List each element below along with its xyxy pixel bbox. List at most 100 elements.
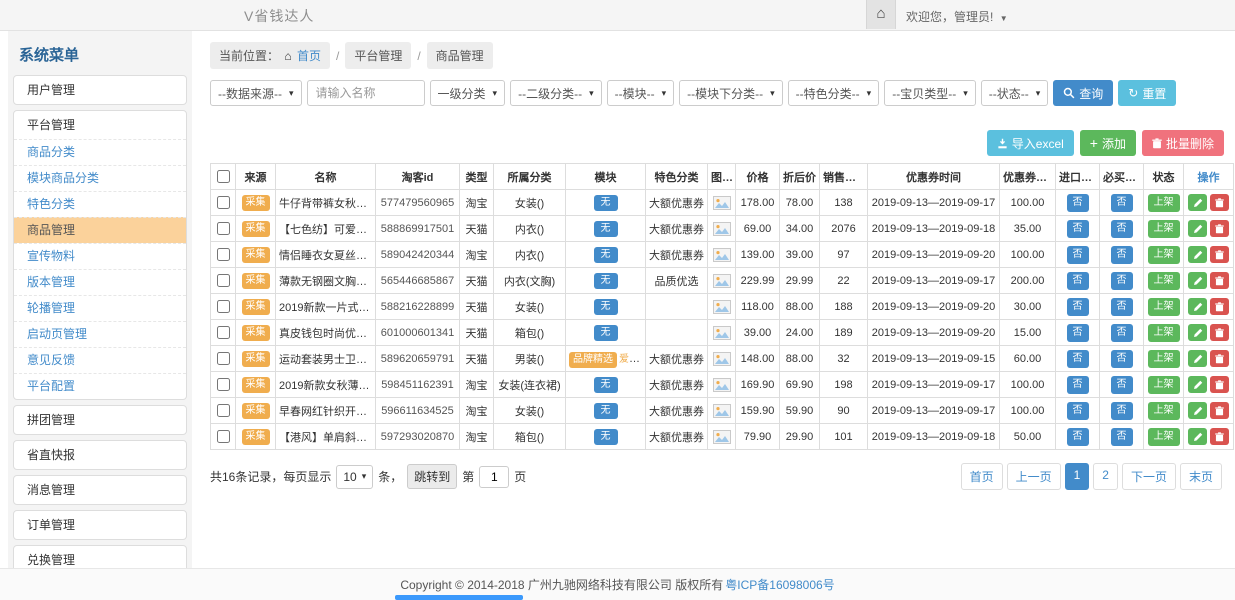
search-button[interactable]: 查询 — [1053, 80, 1113, 106]
delete-button[interactable] — [1210, 220, 1229, 237]
sidebar-subitem-商品管理[interactable]: 商品管理 — [14, 217, 186, 243]
sidebar-subitem-模块商品分类[interactable]: 模块商品分类 — [14, 165, 186, 191]
horizontal-scrollbar-thumb[interactable] — [395, 595, 523, 600]
import-select-toggle-button[interactable]: 否 — [1067, 194, 1089, 212]
breadcrumb-item-goods[interactable]: 商品管理 — [427, 42, 493, 69]
status-button[interactable]: 上架 — [1148, 220, 1180, 238]
status-button[interactable]: 上架 — [1148, 324, 1180, 342]
must-buy-toggle-button[interactable]: 否 — [1111, 194, 1133, 212]
sidebar-subitem-宣传物料[interactable]: 宣传物料 — [14, 243, 186, 269]
edit-button[interactable] — [1188, 246, 1207, 263]
must-buy-toggle-button[interactable]: 否 — [1111, 246, 1133, 264]
edit-button[interactable] — [1188, 220, 1207, 237]
import-select-toggle-button[interactable]: 否 — [1067, 324, 1089, 342]
status-select[interactable]: --状态--▾ — [981, 80, 1049, 106]
edit-button[interactable] — [1188, 350, 1207, 367]
delete-button[interactable] — [1210, 324, 1229, 341]
sidebar-item-消息管理[interactable]: 消息管理 — [14, 476, 186, 504]
import-select-toggle-button[interactable]: 否 — [1067, 402, 1089, 420]
data-source-select[interactable]: --数据来源--▾ — [210, 80, 302, 106]
row-checkbox[interactable] — [217, 300, 230, 313]
add-button[interactable]: + 添加 — [1080, 130, 1136, 156]
sidebar-item-订单管理[interactable]: 订单管理 — [14, 511, 186, 539]
batch-delete-button[interactable]: 批量删除 — [1142, 130, 1224, 156]
sidebar-subitem-特色分类[interactable]: 特色分类 — [14, 191, 186, 217]
jump-page-input[interactable] — [479, 466, 509, 488]
status-button[interactable]: 上架 — [1148, 428, 1180, 446]
delete-button[interactable] — [1210, 194, 1229, 211]
must-buy-toggle-button[interactable]: 否 — [1111, 220, 1133, 238]
delete-button[interactable] — [1210, 298, 1229, 315]
status-button[interactable]: 上架 — [1148, 350, 1180, 368]
edit-button[interactable] — [1188, 402, 1207, 419]
item-type-select[interactable]: --宝贝类型--▾ — [884, 80, 976, 106]
row-checkbox[interactable] — [217, 248, 230, 261]
import-select-toggle-button[interactable]: 否 — [1067, 298, 1089, 316]
page-first[interactable]: 首页 — [961, 463, 1003, 490]
status-button[interactable]: 上架 — [1148, 376, 1180, 394]
row-checkbox[interactable] — [217, 378, 230, 391]
user-menu[interactable]: 欢迎您，管理员! ▼ — [906, 8, 1008, 25]
status-button[interactable]: 上架 — [1148, 246, 1180, 264]
status-button[interactable]: 上架 — [1148, 194, 1180, 212]
row-checkbox[interactable] — [217, 222, 230, 235]
sidebar-item-用户管理[interactable]: 用户管理 — [14, 76, 186, 104]
select-all-checkbox[interactable] — [217, 170, 230, 183]
import-select-toggle-button[interactable]: 否 — [1067, 220, 1089, 238]
sidebar-item-兑换管理[interactable]: 兑换管理 — [14, 546, 186, 568]
module-sub-category-select[interactable]: --模块下分类--▾ — [679, 80, 783, 106]
edit-button[interactable] — [1188, 428, 1207, 445]
sidebar-subitem-启动页管理[interactable]: 启动页管理 — [14, 321, 186, 347]
edit-button[interactable] — [1188, 272, 1207, 289]
edit-button[interactable] — [1188, 376, 1207, 393]
delete-button[interactable] — [1210, 428, 1229, 445]
must-buy-toggle-button[interactable]: 否 — [1111, 272, 1133, 290]
import-select-toggle-button[interactable]: 否 — [1067, 246, 1089, 264]
page-next[interactable]: 下一页 — [1122, 463, 1176, 490]
status-button[interactable]: 上架 — [1148, 272, 1180, 290]
import-select-toggle-button[interactable]: 否 — [1067, 428, 1089, 446]
level2-category-select[interactable]: --二级分类--▾ — [510, 80, 602, 106]
delete-button[interactable] — [1210, 402, 1229, 419]
must-buy-toggle-button[interactable]: 否 — [1111, 428, 1133, 446]
special-category-select[interactable]: --特色分类--▾ — [788, 80, 880, 106]
sidebar-subitem-版本管理[interactable]: 版本管理 — [14, 269, 186, 295]
page-1[interactable]: 1 — [1065, 463, 1090, 490]
edit-button[interactable] — [1188, 194, 1207, 211]
row-checkbox[interactable] — [217, 274, 230, 287]
name-search-input[interactable] — [307, 80, 425, 106]
page-size-select[interactable]: 10 ▾ — [336, 465, 373, 489]
import-select-toggle-button[interactable]: 否 — [1067, 272, 1089, 290]
edit-button[interactable] — [1188, 324, 1207, 341]
level1-category-select[interactable]: 一级分类▾ — [430, 80, 506, 106]
home-button[interactable]: ⌂ — [866, 0, 896, 29]
row-checkbox[interactable] — [217, 352, 230, 365]
breadcrumb-home-link[interactable]: 首页 — [297, 49, 321, 63]
must-buy-toggle-button[interactable]: 否 — [1111, 376, 1133, 394]
page-prev[interactable]: 上一页 — [1007, 463, 1061, 490]
status-button[interactable]: 上架 — [1148, 298, 1180, 316]
sidebar-item-省直快报[interactable]: 省直快报 — [14, 441, 186, 469]
sidebar-subitem-平台配置[interactable]: 平台配置 — [14, 373, 186, 399]
module-select[interactable]: --模块--▾ — [607, 80, 675, 106]
row-checkbox[interactable] — [217, 326, 230, 339]
delete-button[interactable] — [1210, 376, 1229, 393]
must-buy-toggle-button[interactable]: 否 — [1111, 402, 1133, 420]
sidebar-item-拼团管理[interactable]: 拼团管理 — [14, 406, 186, 434]
delete-button[interactable] — [1210, 350, 1229, 367]
jump-button[interactable]: 跳转到 — [407, 464, 457, 489]
reset-button[interactable]: ↻重置 — [1118, 80, 1176, 106]
import-excel-button[interactable]: 导入excel — [987, 130, 1074, 156]
status-button[interactable]: 上架 — [1148, 402, 1180, 420]
must-buy-toggle-button[interactable]: 否 — [1111, 350, 1133, 368]
import-select-toggle-button[interactable]: 否 — [1067, 350, 1089, 368]
sidebar-item-平台管理[interactable]: 平台管理 — [14, 111, 186, 139]
row-checkbox[interactable] — [217, 430, 230, 443]
icp-link[interactable]: 粤ICP备16098006号 — [725, 576, 834, 593]
sidebar-subitem-意见反馈[interactable]: 意见反馈 — [14, 347, 186, 373]
sidebar-subitem-轮播管理[interactable]: 轮播管理 — [14, 295, 186, 321]
row-checkbox[interactable] — [217, 404, 230, 417]
delete-button[interactable] — [1210, 246, 1229, 263]
breadcrumb-item-platform[interactable]: 平台管理 — [345, 42, 411, 69]
page-2[interactable]: 2 — [1093, 463, 1118, 490]
